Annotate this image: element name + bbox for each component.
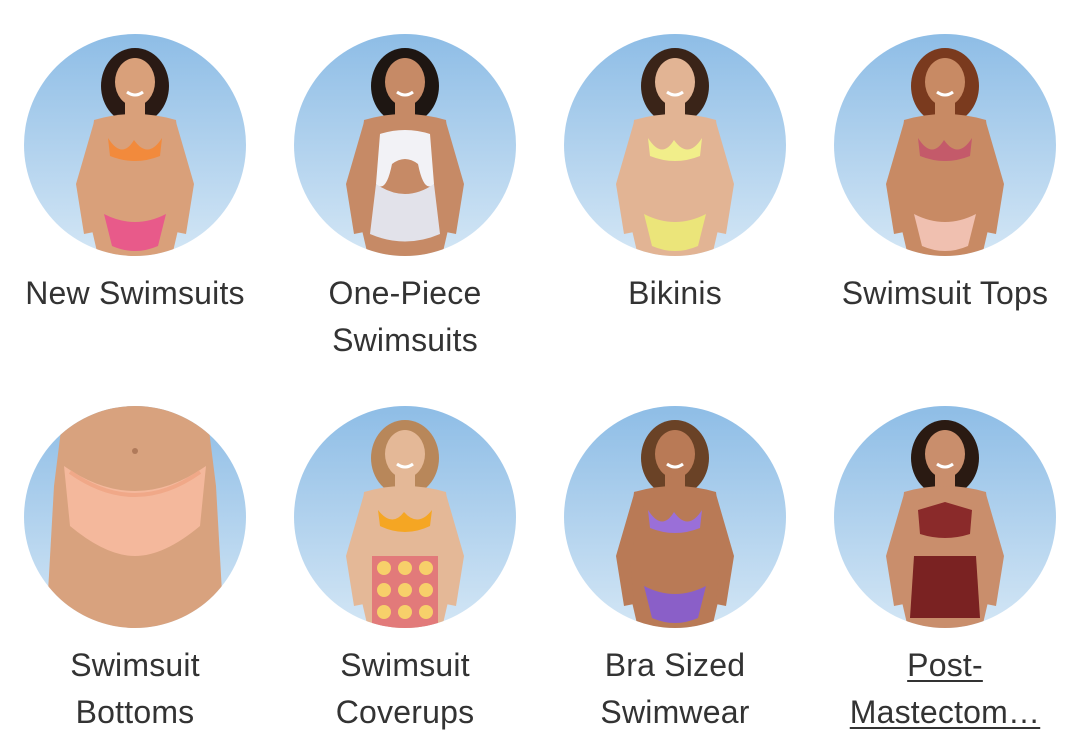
face: [385, 430, 425, 478]
crochet-motif: [398, 561, 412, 575]
category-tile-post-mastectomy[interactable]: Post- Mastectom…: [810, 406, 1080, 736]
category-image[interactable]: [834, 34, 1056, 256]
category-label-line: Coverups: [335, 694, 475, 730]
model-photo: [564, 406, 786, 628]
category-image[interactable]: [24, 406, 246, 628]
crochet-motif: [419, 605, 433, 619]
navel: [132, 448, 138, 454]
category-label[interactable]: One-Piece Swimsuits: [270, 270, 540, 364]
crochet-motif: [398, 605, 412, 619]
category-image[interactable]: [24, 34, 246, 256]
category-label[interactable]: New Swimsuits: [0, 270, 270, 317]
category-label-line: Swimsuit: [70, 647, 200, 683]
category-tile-swimsuit-bottoms[interactable]: Swimsuit Bottoms: [0, 406, 270, 736]
category-image[interactable]: [564, 406, 786, 628]
category-label-line: Swimsuit Tops: [841, 275, 1049, 311]
category-label-line: Bra Sized: [604, 647, 746, 683]
model-photo: [24, 34, 246, 256]
model-photo: [564, 34, 786, 256]
category-label-line: Post-: [907, 647, 983, 683]
category-label[interactable]: Bra Sized Swimwear: [540, 642, 810, 736]
category-tile-bikinis[interactable]: Bikinis: [540, 34, 810, 317]
crochet-motif: [398, 583, 412, 597]
model-photo: [834, 34, 1056, 256]
model-photo: [834, 406, 1056, 628]
category-label[interactable]: Swimsuit Coverups: [270, 642, 540, 736]
crochet-motif: [377, 605, 391, 619]
high-waist-bottom: [910, 556, 980, 618]
category-image[interactable]: [834, 406, 1056, 628]
category-label-line: Bikinis: [628, 275, 722, 311]
category-tile-swimsuit-tops[interactable]: Swimsuit Tops: [810, 34, 1080, 317]
face: [925, 430, 965, 478]
model-photo: [294, 406, 516, 628]
category-label-line: Bottoms: [75, 694, 195, 730]
model-photo: [294, 34, 516, 256]
category-label-link[interactable]: Post- Mastectom…: [810, 642, 1080, 736]
category-image[interactable]: [564, 34, 786, 256]
category-label-line: Swimsuit: [340, 647, 470, 683]
model-photo: [24, 406, 246, 628]
category-grid: New Swimsuits One-Piece Swimsuits Bikini…: [0, 0, 1080, 747]
category-label-line: New Swimsuits: [25, 275, 245, 311]
face: [655, 58, 695, 106]
face: [925, 58, 965, 106]
crochet-motif: [377, 583, 391, 597]
category-label-line: Swimsuits: [332, 322, 478, 358]
crochet-motif: [419, 583, 433, 597]
crochet-motif: [377, 561, 391, 575]
face: [385, 58, 425, 106]
category-tile-new-swimsuits[interactable]: New Swimsuits: [0, 34, 270, 317]
category-tile-swimsuit-coverups[interactable]: Swimsuit Coverups: [270, 406, 540, 736]
category-image[interactable]: [294, 34, 516, 256]
category-label[interactable]: Swimsuit Tops: [810, 270, 1080, 317]
face: [115, 58, 155, 106]
category-tile-bra-sized-swimwear[interactable]: Bra Sized Swimwear: [540, 406, 810, 736]
category-label[interactable]: Swimsuit Bottoms: [0, 642, 270, 736]
face: [655, 430, 695, 478]
category-label-line: Swimwear: [600, 694, 750, 730]
category-label-line: Mastectom…: [849, 694, 1041, 730]
crochet-motif: [419, 561, 433, 575]
category-label[interactable]: Bikinis: [540, 270, 810, 317]
category-label-line: One-Piece: [328, 275, 482, 311]
category-tile-one-piece-swimsuits[interactable]: One-Piece Swimsuits: [270, 34, 540, 364]
category-image[interactable]: [294, 406, 516, 628]
